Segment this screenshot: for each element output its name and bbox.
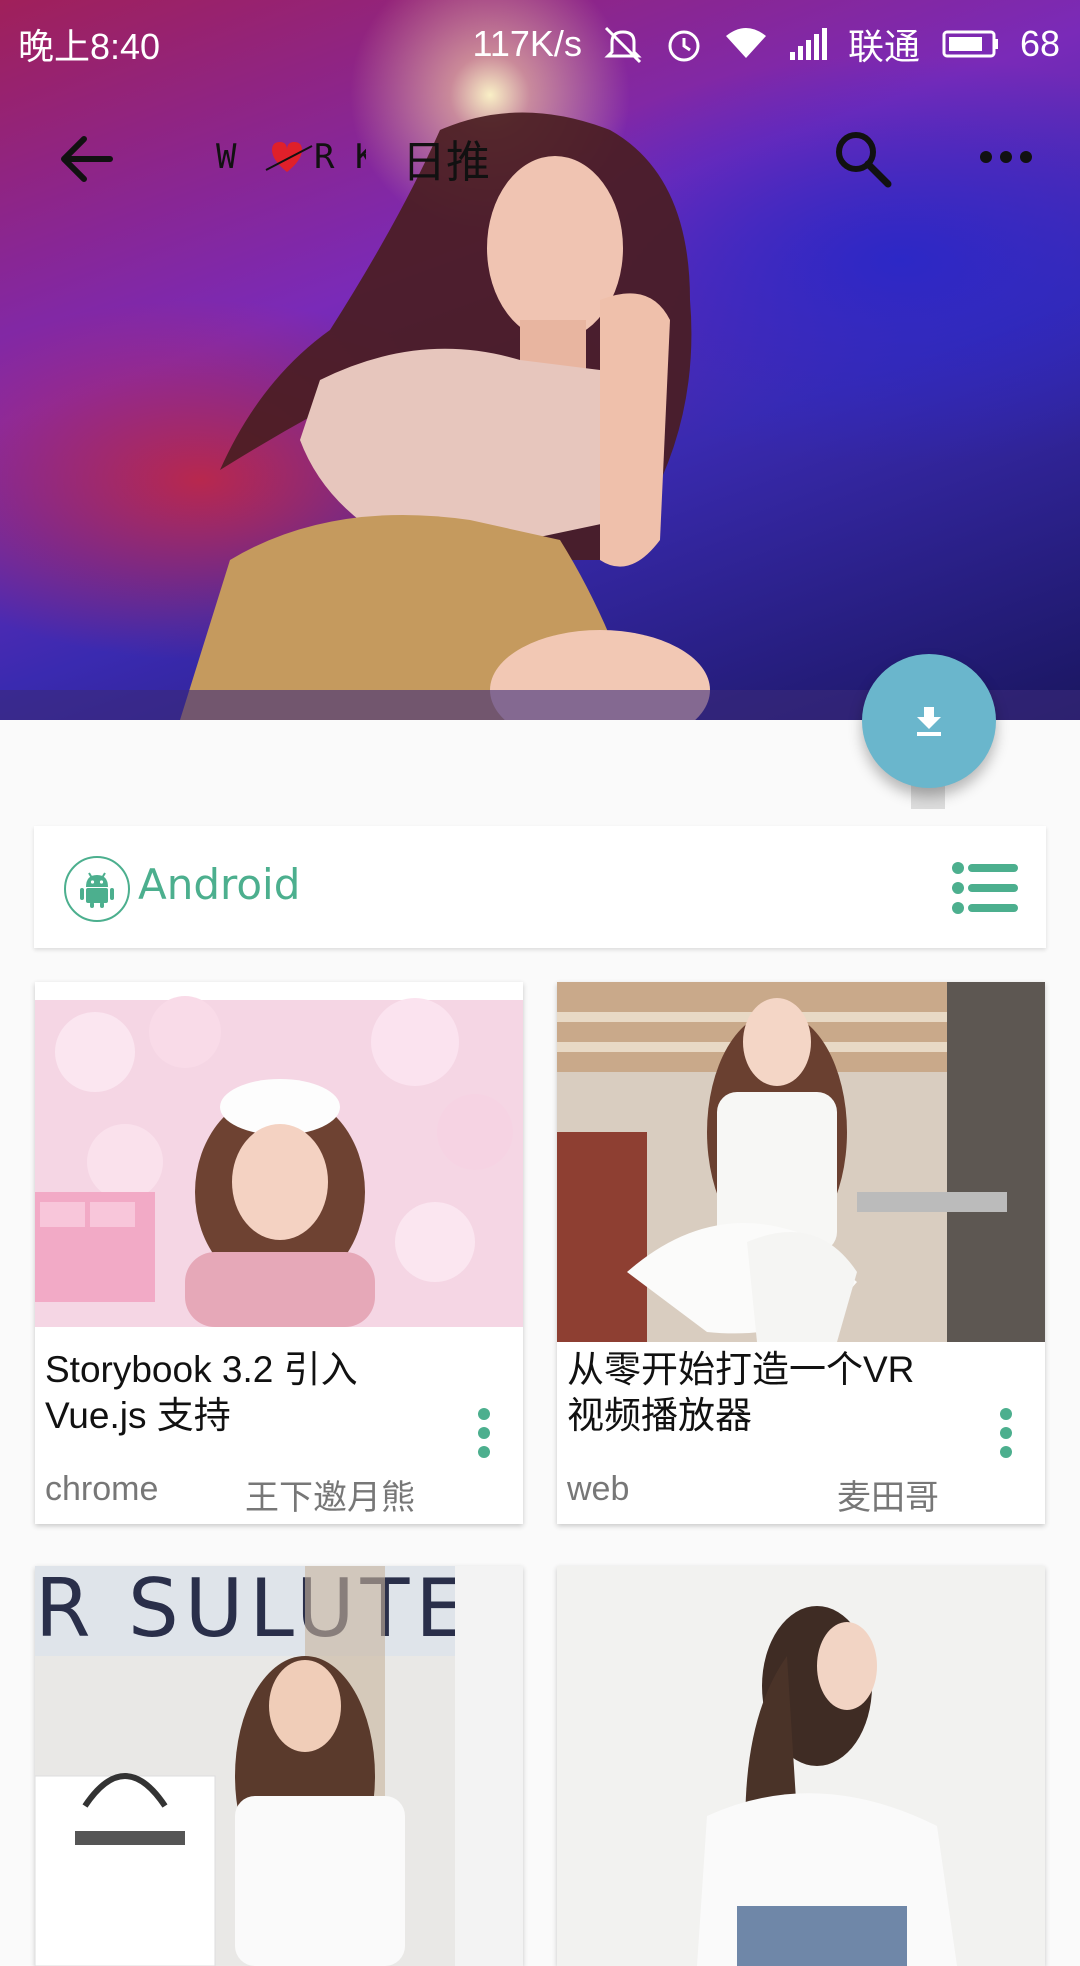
wifi-icon [725, 28, 766, 58]
battery-level: 68 [1019, 23, 1060, 64]
header-image: 晚上8:40 117K/s 联通 68 W R K 日推 [0, 0, 1080, 720]
article-title-line: 视频播放器 [567, 1395, 752, 1436]
article-card[interactable]: Storybook 3.2 引入 Vue.js 支持 chrome 王下邀月熊 [35, 982, 523, 1524]
more-options-icon[interactable] [976, 142, 1036, 172]
article-card[interactable] [557, 1566, 1045, 1966]
svg-text:R SULUTE: R SULUTE [35, 1566, 472, 1655]
article-card[interactable]: R SULUTE [35, 1566, 523, 1966]
article-author: 王下邀月熊 [245, 1478, 415, 1518]
download-button[interactable] [862, 654, 996, 788]
article-source: chrome [45, 1470, 159, 1508]
android-badge [64, 856, 130, 922]
list-view-icon[interactable] [952, 862, 1018, 914]
heart-logo-icon: W R K [216, 137, 376, 177]
article-thumbnail [35, 982, 523, 1327]
network-speed: 117K/s [472, 23, 582, 64]
svg-text:W: W [216, 137, 237, 177]
page-title: 日推 [402, 137, 490, 188]
category-label: Android [138, 860, 301, 909]
article-title-line: Storybook 3.2 引入 [45, 1349, 358, 1390]
svg-text:R K: R K [314, 137, 366, 177]
article-thumbnail: R SULUTE [35, 1566, 523, 1966]
toolbar: W R K 日推 [0, 96, 1080, 220]
mute-icon [604, 26, 642, 64]
article-source: web [567, 1470, 630, 1508]
article-title-line: Vue.js 支持 [45, 1395, 231, 1436]
category-header[interactable]: Android [34, 826, 1046, 948]
article-thumbnail [557, 982, 1045, 1342]
back-arrow-icon[interactable] [52, 124, 122, 194]
card-menu-icon[interactable] [477, 1407, 491, 1459]
status-time: 晚上8:40 [18, 26, 161, 67]
article-title-line: 从零开始打造一个VR [567, 1349, 915, 1390]
carrier-name: 联通 [847, 26, 920, 67]
android-icon [80, 872, 114, 908]
article-thumbnail [557, 1566, 1045, 1966]
download-icon [917, 707, 941, 736]
alarm-icon [668, 30, 700, 62]
article-title: 从零开始打造一个VR 视频播放器 [567, 1347, 1007, 1439]
fab-shadow [911, 785, 945, 809]
search-icon[interactable] [830, 126, 896, 192]
status-bar: 晚上8:40 117K/s 联通 68 [0, 0, 1080, 78]
article-card[interactable]: 从零开始打造一个VR 视频播放器 web 麦田哥 [557, 982, 1045, 1524]
battery-icon [942, 30, 998, 58]
article-author: 麦田哥 [837, 1478, 939, 1518]
app-logo: W R K [216, 132, 376, 186]
card-menu-icon[interactable] [999, 1407, 1013, 1459]
article-title: Storybook 3.2 引入 Vue.js 支持 [45, 1347, 485, 1439]
status-icons: 117K/s 联通 68 [473, 18, 1060, 70]
signal-icon [789, 28, 827, 60]
